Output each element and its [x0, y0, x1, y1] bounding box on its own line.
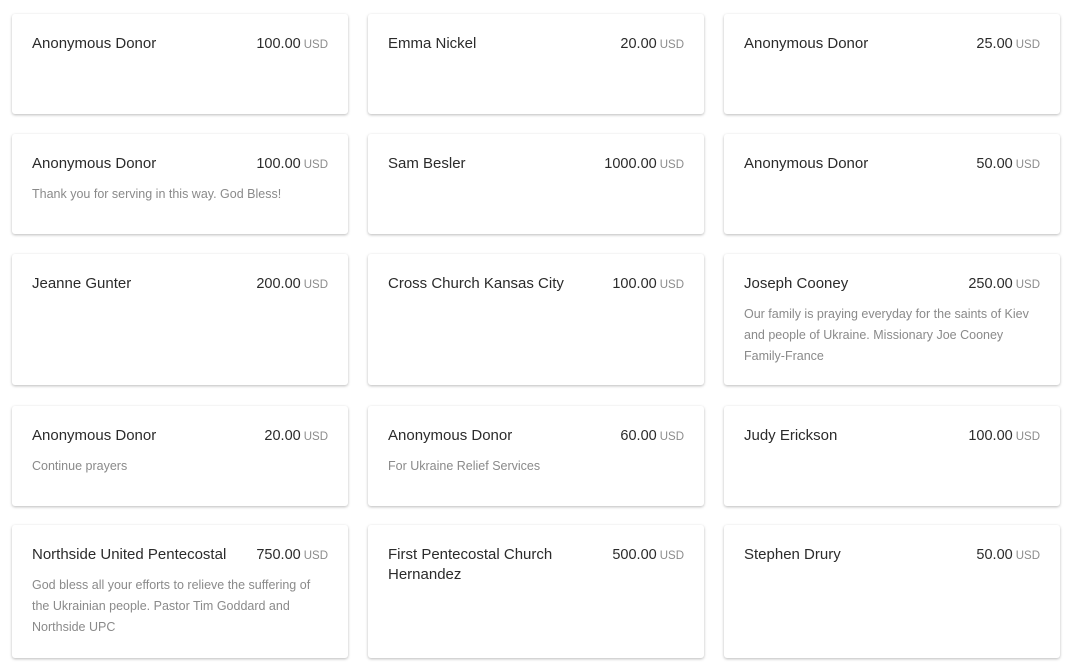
- donations-grid: Anonymous Donor 100.00 USD Emma Nickel 20…: [0, 0, 1092, 671]
- donation-card-header: Anonymous Donor 100.00 USD: [32, 154, 328, 175]
- donor-name: Anonymous Donor: [32, 155, 157, 172]
- donation-amount: 100.00: [256, 156, 301, 172]
- donation-currency: USD: [1015, 39, 1040, 51]
- donor-name: Anonymous Donor: [388, 427, 513, 444]
- donor-name: Sam Besler: [388, 155, 466, 172]
- donation-card-header: Jeanne Gunter 200.00 USD: [32, 274, 328, 295]
- donor-name: Jeanne Gunter: [32, 275, 132, 292]
- donor-name: Joseph Cooney: [744, 275, 849, 292]
- donor-name: Emma Nickel: [388, 35, 477, 52]
- donation-card-header: Anonymous Donor 60.00 USD: [388, 426, 684, 447]
- donation-amount: 100.00: [968, 428, 1013, 444]
- donation-card-header: Anonymous Donor 20.00 USD: [32, 426, 328, 447]
- donation-card: Joseph Cooney 250.00 USD Our family is pr…: [724, 254, 1060, 385]
- donation-amount: 1000.00: [604, 156, 657, 172]
- donation-amount-group: 100.00 USD: [968, 426, 1040, 447]
- donation-amount-group: 20.00 USD: [264, 426, 328, 447]
- donation-amount-group: 750.00 USD: [256, 545, 328, 566]
- donation-currency: USD: [1015, 550, 1040, 562]
- donation-card-header: Emma Nickel 20.00 USD: [388, 34, 684, 55]
- donation-amount: 250.00: [968, 276, 1013, 292]
- donation-amount: 60.00: [620, 428, 657, 444]
- donor-name: Anonymous Donor: [32, 427, 157, 444]
- donation-amount: 750.00: [256, 547, 301, 563]
- donor-name: Anonymous Donor: [744, 155, 869, 172]
- donation-amount-group: 50.00 USD: [976, 154, 1040, 175]
- donation-message: Continue prayers: [32, 459, 128, 473]
- donation-card: Anonymous Donor 50.00 USD: [724, 134, 1060, 234]
- donation-currency: USD: [1015, 159, 1040, 171]
- donor-name: Northside United Pentecostal: [32, 546, 227, 563]
- donation-amount: 50.00: [976, 547, 1013, 563]
- donation-card-header: Judy Erickson 100.00 USD: [744, 426, 1040, 447]
- donation-amount-group: 100.00 USD: [612, 274, 684, 295]
- donation-amount-group: 60.00 USD: [620, 426, 684, 447]
- donation-currency: USD: [659, 39, 684, 51]
- donor-name: Judy Erickson: [744, 427, 838, 444]
- donation-amount: 20.00: [264, 428, 301, 444]
- donation-currency: USD: [1015, 279, 1040, 291]
- donation-amount-group: 1000.00 USD: [604, 154, 684, 175]
- donation-card: Anonymous Donor 25.00 USD: [724, 14, 1060, 114]
- donation-currency: USD: [659, 159, 684, 171]
- donation-amount: 20.00: [620, 36, 657, 52]
- donation-amount: 50.00: [976, 156, 1013, 172]
- donation-card: Anonymous Donor 60.00 USD For Ukraine Rel…: [368, 406, 704, 506]
- donation-card: Jeanne Gunter 200.00 USD: [12, 254, 348, 385]
- donation-amount: 100.00: [612, 276, 657, 292]
- donation-currency: USD: [303, 279, 328, 291]
- donation-card-header: Stephen Drury 50.00 USD: [744, 545, 1040, 566]
- donation-message: Thank you for serving in this way. God B…: [32, 187, 282, 201]
- donation-card-header: First Pentecostal Church Hernandez 500.0…: [388, 545, 684, 585]
- donation-currency: USD: [303, 159, 328, 171]
- donation-card-header: Anonymous Donor 50.00 USD: [744, 154, 1040, 175]
- donor-name: Cross Church Kansas City: [388, 275, 564, 292]
- donation-card-header: Anonymous Donor 100.00 USD: [32, 34, 328, 55]
- donor-name: Anonymous Donor: [32, 35, 157, 52]
- donation-message: Our family is praying everyday for the s…: [744, 307, 1029, 363]
- donation-message: For Ukraine Relief Services: [388, 459, 541, 473]
- donation-card: First Pentecostal Church Hernandez 500.0…: [368, 525, 704, 658]
- donation-card-header: Sam Besler 1000.00 USD: [388, 154, 684, 175]
- donation-card: Stephen Drury 50.00 USD: [724, 525, 1060, 658]
- donation-currency: USD: [659, 550, 684, 562]
- donation-message: God bless all your efforts to relieve th…: [32, 578, 311, 634]
- donation-amount-group: 200.00 USD: [256, 274, 328, 295]
- donation-card-header: Northside United Pentecostal 750.00 USD: [32, 545, 328, 566]
- donation-amount: 25.00: [976, 36, 1013, 52]
- donation-currency: USD: [303, 550, 328, 562]
- donation-amount-group: 500.00 USD: [612, 545, 684, 566]
- donor-name: First Pentecostal Church Hernandez: [388, 546, 553, 583]
- donation-currency: USD: [659, 279, 684, 291]
- donation-card: Emma Nickel 20.00 USD: [368, 14, 704, 114]
- donation-amount: 200.00: [256, 276, 301, 292]
- donation-card: Judy Erickson 100.00 USD: [724, 406, 1060, 506]
- donation-card: Cross Church Kansas City 100.00 USD: [368, 254, 704, 385]
- donation-amount-group: 100.00 USD: [256, 34, 328, 55]
- donation-amount: 100.00: [256, 36, 301, 52]
- donation-amount-group: 20.00 USD: [620, 34, 684, 55]
- donation-currency: USD: [1015, 431, 1040, 443]
- donation-card-header: Joseph Cooney 250.00 USD: [744, 274, 1040, 295]
- donor-name: Stephen Drury: [744, 546, 841, 563]
- donation-card-header: Cross Church Kansas City 100.00 USD: [388, 274, 684, 295]
- donation-amount-group: 50.00 USD: [976, 545, 1040, 566]
- donation-amount-group: 250.00 USD: [968, 274, 1040, 295]
- donation-amount: 500.00: [612, 547, 657, 563]
- donation-amount-group: 25.00 USD: [976, 34, 1040, 55]
- donation-card: Sam Besler 1000.00 USD: [368, 134, 704, 234]
- donation-currency: USD: [303, 431, 328, 443]
- donation-card: Anonymous Donor 100.00 USD: [12, 14, 348, 114]
- donation-card: Northside United Pentecostal 750.00 USD G…: [12, 525, 348, 658]
- donation-card: Anonymous Donor 20.00 USD Continue prayer…: [12, 406, 348, 506]
- donation-card: Anonymous Donor 100.00 USD Thank you for …: [12, 134, 348, 234]
- donor-name: Anonymous Donor: [744, 35, 869, 52]
- donation-amount-group: 100.00 USD: [256, 154, 328, 175]
- donation-card-header: Anonymous Donor 25.00 USD: [744, 34, 1040, 55]
- donation-currency: USD: [659, 431, 684, 443]
- donation-currency: USD: [303, 39, 328, 51]
